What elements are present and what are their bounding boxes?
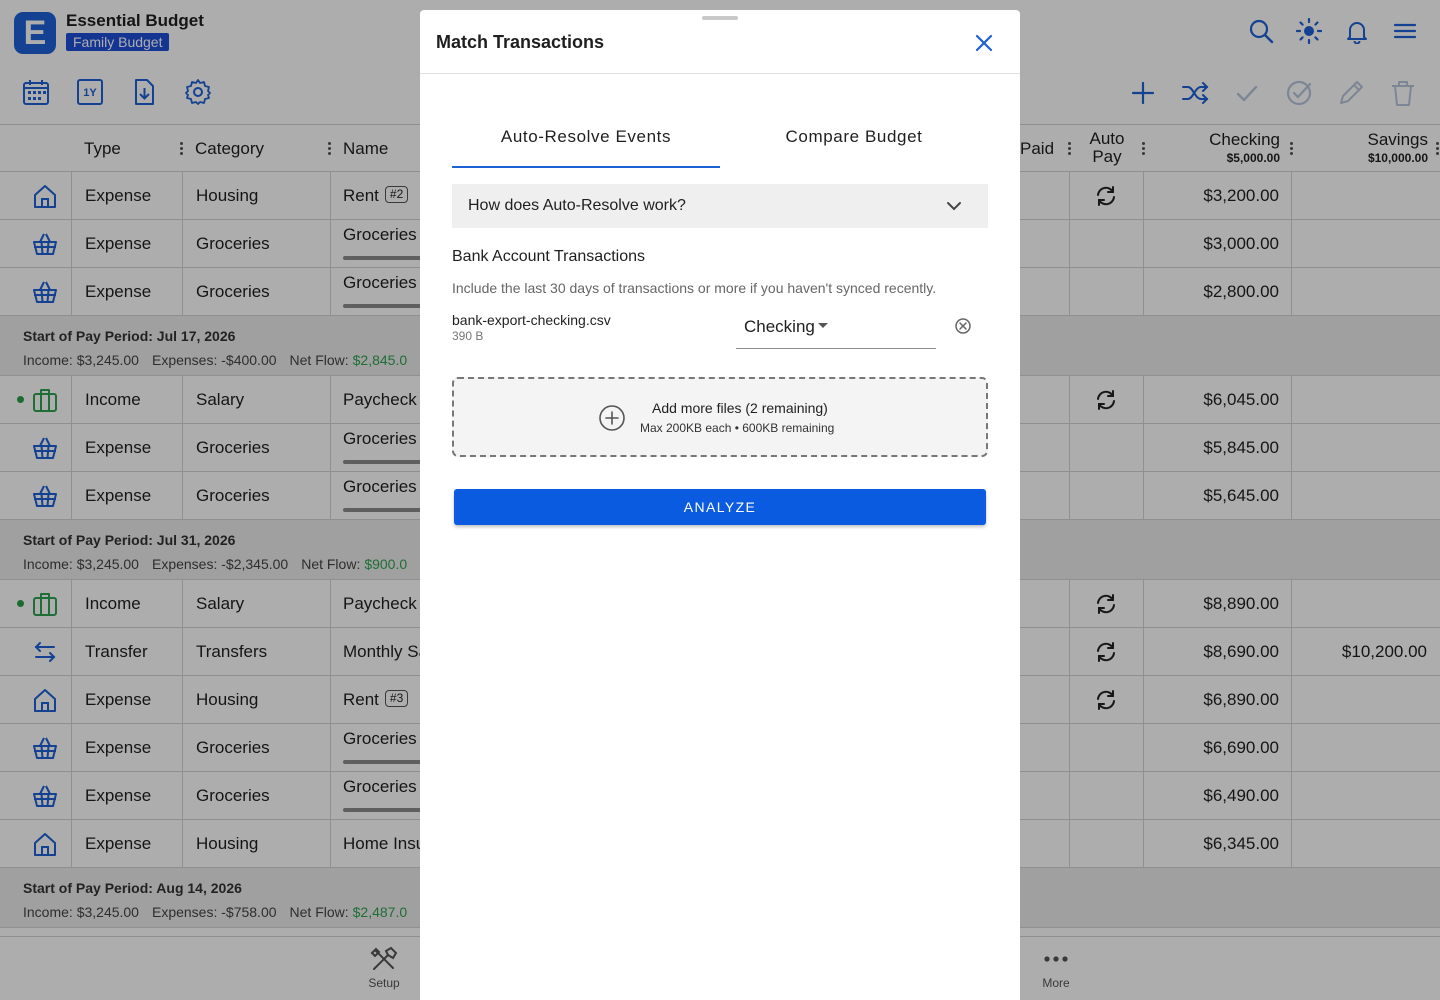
dropdown-caret-icon: [818, 323, 828, 328]
account-select[interactable]: Checking: [736, 308, 936, 349]
add-circle-icon: [598, 404, 626, 432]
accordion-question: How does Auto-Resolve work?: [468, 197, 686, 214]
chevron-down-icon: [944, 196, 964, 216]
remove-file-icon[interactable]: [954, 317, 972, 335]
dialog-tabs: Auto-Resolve Events Compare Budget: [452, 114, 988, 168]
auto-resolve-help-accordion[interactable]: How does Auto-Resolve work?: [452, 184, 988, 228]
uploaded-file-name: bank-export-checking.csv: [452, 312, 611, 328]
dialog-title: Match Transactions: [436, 32, 605, 52]
match-transactions-dialog: Match Transactions Auto-Resolve Events C…: [420, 10, 1020, 1000]
analyze-button[interactable]: ANALYZE: [454, 489, 986, 525]
section-help-text: Include the last 30 days of transactions…: [452, 280, 937, 296]
drag-handle[interactable]: [702, 16, 738, 20]
uploaded-file-size: 390 B: [452, 329, 484, 343]
file-dropzone[interactable]: Add more files (2 remaining) Max 200KB e…: [452, 377, 988, 457]
dropzone-title: Add more files (2 remaining): [652, 400, 828, 416]
close-icon[interactable]: [972, 31, 996, 55]
dialog-divider: [420, 73, 1020, 74]
account-select-value: Checking: [744, 317, 815, 336]
section-title: Bank Account Transactions: [452, 248, 645, 265]
tab-auto-resolve-events[interactable]: Auto-Resolve Events: [452, 114, 720, 168]
tab-compare-budget[interactable]: Compare Budget: [720, 114, 988, 168]
dropzone-limits: Max 200KB each • 600KB remaining: [640, 421, 835, 435]
